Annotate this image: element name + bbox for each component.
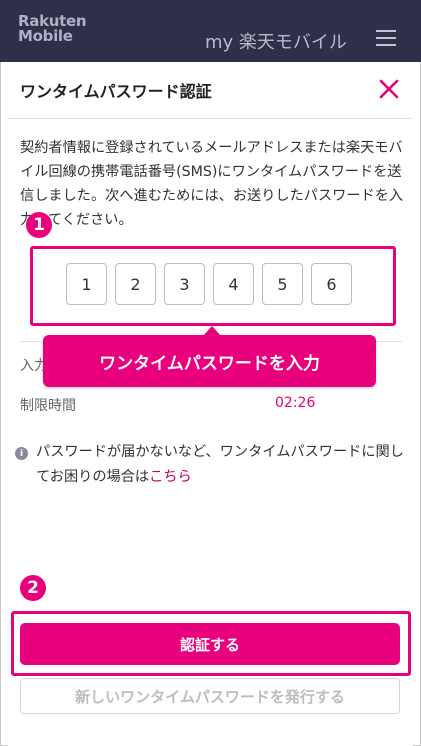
help-note-text: パスワードが届かないなど、ワンタイムパスワードに関してお困りの場合は — [36, 444, 404, 485]
step-marker-1: 1 — [26, 212, 52, 238]
header-divider — [8, 118, 413, 119]
help-note: パスワードが届かないなど、ワンタイムパスワードに関してお困りの場合はこちら — [36, 440, 406, 490]
enter-otp-callout: ワンタイムパスワードを入力 — [43, 326, 376, 387]
logo-line-2: Mobile — [18, 27, 73, 45]
otp-digit-input[interactable]: 1 — [66, 263, 107, 305]
modal-title: ワンタイムパスワード認証 — [20, 82, 212, 101]
app-header: Rakuten Mobile my 楽天モバイル — [0, 0, 421, 62]
time-limit-value: 02:26 — [275, 395, 316, 411]
otp-digit-input[interactable]: 5 — [262, 263, 303, 305]
my-rakuten-mobile-link[interactable]: my 楽天モバイル — [205, 28, 347, 54]
authenticate-button[interactable]: 認証する — [20, 623, 400, 665]
otp-description: 契約者情報に登録されているメールアドレスまたは楽天モバイル回線の携帯電話番号(S… — [20, 140, 404, 228]
otp-digit-input[interactable]: 6 — [311, 263, 352, 305]
otp-modal: ワンタイムパスワード認証 契約者情報に登録されているメールアドレスまたは楽天モバ… — [8, 62, 413, 746]
hamburger-menu-icon[interactable] — [376, 30, 396, 46]
rakuten-mobile-logo[interactable]: Rakuten Mobile — [18, 14, 87, 45]
time-limit-label: 制限時間 — [20, 398, 76, 414]
close-icon[interactable] — [378, 78, 400, 100]
otp-digit-input[interactable]: 4 — [213, 263, 254, 305]
help-link[interactable]: こちら — [149, 469, 192, 485]
step-marker-2: 2 — [20, 575, 46, 601]
info-icon: i — [15, 447, 28, 460]
otp-input-group: 1 2 3 4 5 6 — [66, 263, 352, 305]
resend-otp-button[interactable]: 新しいワンタイムパスワードを発行する — [20, 678, 400, 714]
otp-digit-input[interactable]: 2 — [115, 263, 156, 305]
otp-digit-input[interactable]: 3 — [164, 263, 205, 305]
